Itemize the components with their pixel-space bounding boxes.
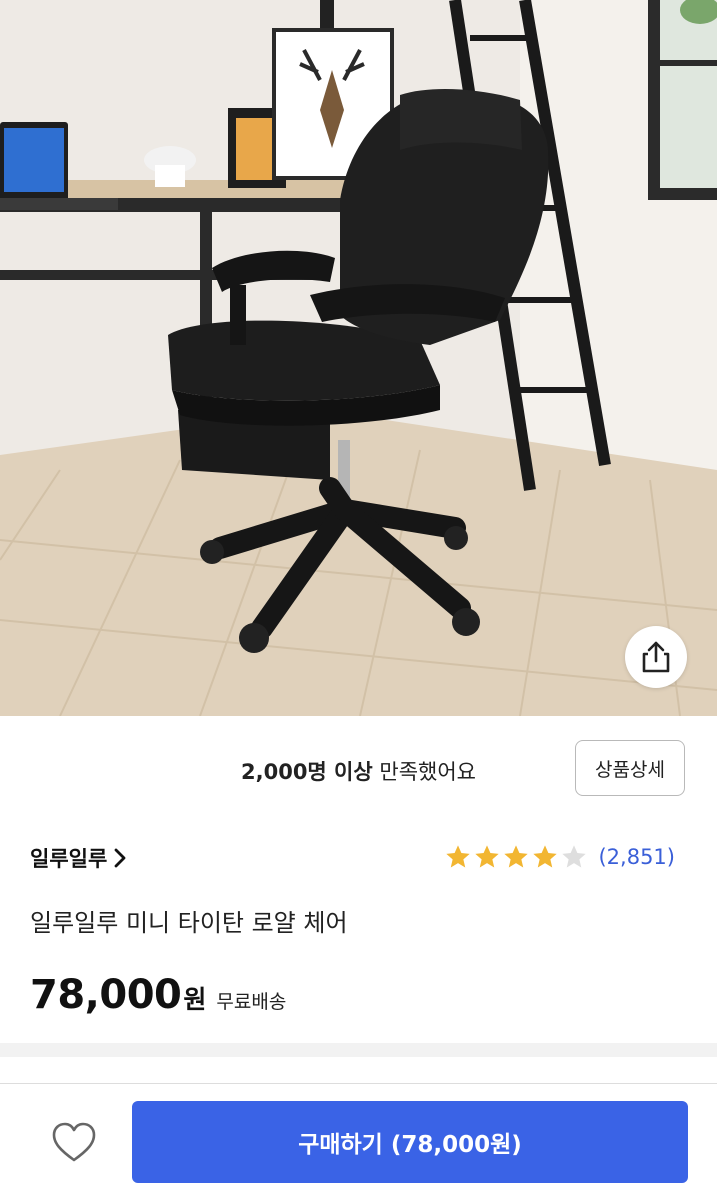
shipping-label: 무료배송 [216,991,287,1013]
heart-icon [52,1122,96,1162]
satisfaction-suffix: 만족했어요 [372,760,476,784]
seller-name: 일루일루 [30,847,108,871]
price-unit: 원 [183,985,207,1014]
satisfaction-count: 2,000명 이상 [241,760,373,784]
product-image [0,0,717,716]
star-filled-icon [533,845,558,868]
product-detail-button[interactable]: 상품상세 [575,740,685,796]
share-icon [642,641,670,673]
star-filled-icon [446,845,471,868]
star-empty-icon [562,845,587,868]
product-title: 일루일루 미니 타이탄 로얄 체어 [30,909,348,937]
share-button[interactable] [625,626,687,688]
price-row: 78,000 원 무료배송 [30,972,286,1018]
star-filled-icon [475,845,500,868]
rating: (2,851) [444,843,675,871]
wishlist-button[interactable] [48,1116,100,1168]
review-count[interactable]: (2,851) [598,845,675,869]
bottom-bar-border [0,1083,717,1084]
chevron-right-icon [114,848,126,868]
satisfaction-row: 2,000명 이상 만족했어요 상품상세 [0,740,717,800]
buy-button[interactable]: 구매하기 (78,000원) [132,1101,688,1183]
star-rating [444,843,588,871]
seller-link[interactable]: 일루일루 [30,843,127,873]
price-value: 78,000 [30,972,182,1018]
star-filled-icon [504,845,529,868]
section-divider [0,1043,717,1057]
